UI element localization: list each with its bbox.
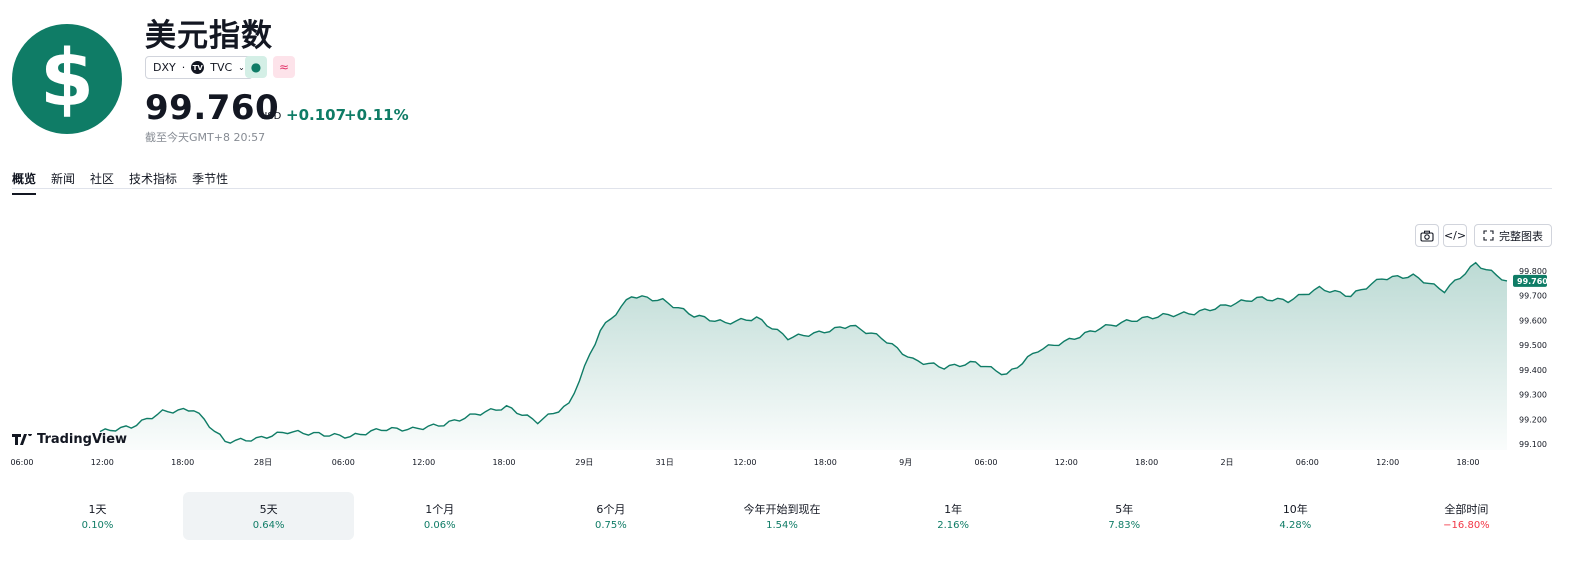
performance-periods: 1天 0.10% 5天 0.64% 1个月 0.06% 6个月 0.75% 今年开始到现… xyxy=(12,492,1552,540)
page-title: 美元指数 xyxy=(145,18,273,54)
y-tick-label: 99.400 xyxy=(1519,366,1547,375)
period-label: 1个月 xyxy=(425,503,455,516)
last-price: 99.760 xyxy=(145,88,280,128)
x-tick-label: 12:00 xyxy=(1055,458,1078,467)
tab-divider xyxy=(12,188,1552,189)
dollar-logo-icon: $ xyxy=(12,24,122,134)
delayed-data-icon[interactable]: ≈ xyxy=(273,56,295,78)
tab-overview[interactable]: 概览 xyxy=(12,170,37,195)
chevron-down-icon: ⌄ xyxy=(238,63,245,72)
x-tick-label: 12:00 xyxy=(1376,458,1399,467)
period-value: 0.75% xyxy=(594,520,627,531)
period-label: 1天 xyxy=(88,503,107,516)
x-tick-label: 06:00 xyxy=(332,458,355,467)
period-label: 1年 xyxy=(944,503,963,516)
last-price-tag-label: 99.760 xyxy=(1517,277,1548,286)
x-tick-label: 06:00 xyxy=(1296,458,1319,467)
y-tick-label: 99.800 xyxy=(1519,267,1547,276)
tab-seasonals[interactable]: 季节性 xyxy=(192,170,228,195)
tab-community[interactable]: 社区 xyxy=(90,170,114,195)
x-tick-label: 31日 xyxy=(656,458,674,467)
tradingview-watermark: TradingView xyxy=(12,432,127,447)
exchange-label: TVC xyxy=(210,61,233,74)
y-tick-label: 99.700 xyxy=(1519,292,1547,301)
y-tick-label: 99.600 xyxy=(1519,316,1547,325)
x-tick-label: 12:00 xyxy=(412,458,435,467)
embed-code-icon[interactable]: </> xyxy=(1443,224,1467,247)
full-chart-label: 完整图表 xyxy=(1499,229,1543,243)
as-of-timestamp: 截至今天GMT+8 20:57 xyxy=(145,131,266,144)
camera-icon[interactable] xyxy=(1415,224,1439,247)
price-change-percent: +0.11% xyxy=(344,106,409,124)
period-value: 0.10% xyxy=(81,520,114,531)
x-tick-label: 18:00 xyxy=(1456,458,1479,467)
price-chart[interactable]: 99.800 99.700 99.600 99.500 99.400 99.300 99.2… xyxy=(0,250,1586,472)
x-tick-label: 18:00 xyxy=(171,458,194,467)
period-5d[interactable]: 5天 0.64% xyxy=(183,492,355,540)
x-tick-label: 18:00 xyxy=(814,458,837,467)
tradingview-logo-icon xyxy=(12,434,32,445)
period-value: 0.06% xyxy=(423,520,456,531)
x-tick-label: 12:00 xyxy=(733,458,756,467)
x-tick-label: 06:00 xyxy=(10,458,33,467)
period-label: 全部时间 xyxy=(1444,503,1489,516)
period-5y[interactable]: 5年 7.83% xyxy=(1039,492,1210,540)
market-status-icon[interactable]: ● xyxy=(245,56,267,78)
period-ytd[interactable]: 今年开始到现在 1.54% xyxy=(696,492,867,540)
period-value: 7.83% xyxy=(1108,520,1141,531)
x-tick-label: 18:00 xyxy=(1135,458,1158,467)
x-tick-label: 29日 xyxy=(575,458,593,467)
y-tick-label: 99.500 xyxy=(1519,341,1547,350)
full-chart-button[interactable]: 完整图表 xyxy=(1474,224,1552,247)
x-tick-label: 06:00 xyxy=(974,458,997,467)
separator-dot: · xyxy=(181,61,186,74)
period-label: 今年开始到现在 xyxy=(743,503,821,516)
y-tick-label: 99.300 xyxy=(1519,391,1547,400)
tab-news[interactable]: 新闻 xyxy=(51,170,75,195)
tradingview-exchange-icon: TV xyxy=(191,61,205,74)
period-value: 1.54% xyxy=(766,520,798,531)
x-tick-label: 12:00 xyxy=(91,458,114,467)
currency-label: USD xyxy=(260,111,282,122)
period-10y[interactable]: 10年 4.28% xyxy=(1210,492,1381,540)
period-value: 2.16% xyxy=(937,520,969,531)
period-label: 5年 xyxy=(1115,503,1134,516)
x-tick-label: 2日 xyxy=(1220,458,1233,467)
period-1m[interactable]: 1个月 0.06% xyxy=(354,492,525,540)
period-label: 6个月 xyxy=(596,503,626,516)
period-1y[interactable]: 1年 2.16% xyxy=(868,492,1039,540)
period-6m[interactable]: 6个月 0.75% xyxy=(525,492,696,540)
tab-bar: 概览 新闻 社区 技术指标 季节性 xyxy=(12,170,243,195)
period-label: 5天 xyxy=(259,503,278,516)
ticker-label: DXY xyxy=(153,61,176,74)
x-tick-label: 9月 xyxy=(899,458,912,467)
y-tick-label: 99.200 xyxy=(1519,415,1547,424)
price-area xyxy=(100,262,1507,450)
period-value: 4.28% xyxy=(1279,520,1312,531)
price-change: +0.107 xyxy=(286,106,347,124)
x-tick-label: 18:00 xyxy=(492,458,515,467)
x-tick-label: 28日 xyxy=(254,458,272,467)
period-value: −16.80% xyxy=(1443,520,1490,531)
period-1d[interactable]: 1天 0.10% xyxy=(12,492,183,540)
y-tick-label: 99.100 xyxy=(1519,440,1547,449)
period-label: 10年 xyxy=(1282,503,1308,516)
fullscreen-icon xyxy=(1483,230,1494,241)
symbol-selector[interactable]: DXY · TV TVC ⌄ xyxy=(145,56,253,79)
period-all[interactable]: 全部时间 −16.80% xyxy=(1381,492,1552,540)
period-value: 0.64% xyxy=(252,520,285,531)
tab-technicals[interactable]: 技术指标 xyxy=(129,170,177,195)
